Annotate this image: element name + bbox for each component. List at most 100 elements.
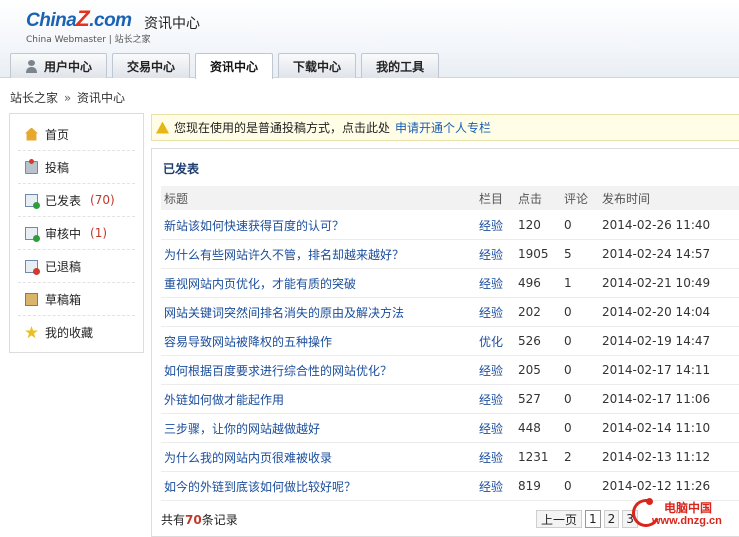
sidebar-item-favorites[interactable]: 我的收藏 [18,316,135,349]
row-clicks: 1231 [518,450,549,464]
row-title-cell: 三步骤，让你的网站越做越好 [161,420,479,437]
article-title-link[interactable]: 外链如何做才能起作用 [164,393,284,407]
page-2-button[interactable]: 2 [603,510,620,528]
table-row: 容易导致网站被降权的五种操作 优化 526 0 2014-02-19 14:47 [161,327,739,356]
row-title-cell: 如今的外链到底该如何做比较好呢？ [161,478,479,495]
category-link[interactable]: 经验 [479,277,503,291]
article-table: 新站该如何快速获得百度的认可？ 经验 120 0 2014-02-26 11:40 为什么… [161,211,739,501]
column-header-title: 标题 [164,191,189,206]
sidebar-item-returned[interactable]: 已退稿 [18,250,135,283]
row-title-cell: 外链如何做才能起作用 [161,391,479,408]
article-title-link[interactable]: 重视网站内页优化，才能有质的突破 [164,277,356,291]
breadcrumb-home[interactable]: 站长之家 [10,91,58,105]
row-clicks: 819 [518,479,541,493]
notice-text: 您现在使用的是普通投稿方式，点击此处 [174,121,391,135]
published-panel: 已发表 标题 栏目 点击 评论 发布时间 新站该如何快速获得百度的认可？ 经验 12… [151,148,739,537]
pagination: 上一页 1 2 3 [536,510,638,528]
sidebar-item-reviewing[interactable]: 审核中 (1) [18,217,135,250]
row-time: 2014-02-19 14:47 [602,334,711,348]
row-title-cell: 容易导致网站被降权的五种操作 [161,333,479,350]
table-row: 三步骤，让你的网站越做越好 经验 448 0 2014-02-14 11:10 [161,414,739,443]
article-title-link[interactable]: 为什么我的网站内页很难被收录 [164,451,332,465]
article-title-link[interactable]: 容易导致网站被降权的五种操作 [164,335,332,349]
row-category-cell: 经验 [479,478,518,495]
row-title-cell: 为什么有些网站许久不管，排名却越来越好？ [161,246,479,263]
row-comments: 0 [564,421,572,435]
site-logo[interactable]: ChinaZ.com China Webmaster | 站长之家 [26,8,151,46]
row-comments: 0 [564,218,572,232]
page-1-button[interactable]: 1 [585,510,601,528]
apply-column-link[interactable]: 申请开通个人专栏 [395,119,491,136]
article-title-link[interactable]: 为什么有些网站许久不管，排名却越来越好？ [164,248,404,262]
tab-download-center[interactable]: 下载中心 [278,53,357,78]
sidebar-item-drafts[interactable]: 草稿箱 [18,283,135,316]
row-comments: 0 [564,334,572,348]
draft-icon [25,292,38,306]
sidebar-item-home[interactable]: 首页 [18,118,135,151]
row-category-cell: 经验 [479,449,518,466]
category-link[interactable]: 经验 [479,248,503,262]
row-comments: 0 [564,479,572,493]
category-link[interactable]: 经验 [479,219,503,233]
column-header-comments: 评论 [564,191,589,206]
reviewing-icon [25,226,40,242]
category-link[interactable]: 经验 [479,364,503,378]
tab-trade-center[interactable]: 交易中心 [112,53,191,78]
row-category-cell: 经验 [479,420,518,437]
row-time: 2014-02-13 11:12 [602,450,711,464]
row-category-cell: 经验 [479,391,518,408]
category-link[interactable]: 经验 [479,480,503,494]
row-clicks: 202 [518,305,541,319]
sidebar-item-published[interactable]: 已发表 (70) [18,184,135,217]
breadcrumb-current[interactable]: 资讯中心 [77,91,125,105]
article-title-link[interactable]: 网站关键词突然间排名消失的原由及解决方法 [164,306,404,320]
article-title-link[interactable]: 如今的外链到底该如何做比较好呢？ [164,480,356,494]
category-link[interactable]: 经验 [479,393,503,407]
table-row: 为什么有些网站许久不管，排名却越来越好？ 经验 1905 5 2014-02-24 14… [161,240,739,269]
sidebar-item-label: 已发表 [45,193,82,208]
sidebar-item-label: 已退稿 [45,259,82,274]
star-icon [25,326,38,339]
row-clicks: 120 [518,218,541,232]
breadcrumb-separator: » [63,91,72,105]
row-category-cell: 经验 [479,362,518,379]
tab-news-center[interactable]: 资讯中心 [195,53,274,79]
tab-user-center[interactable]: 用户中心 [10,53,108,78]
tab-my-tools[interactable]: 我的工具 [361,53,440,78]
user-icon [25,59,38,73]
category-link[interactable]: 经验 [479,422,503,436]
row-title-cell: 新站该如何快速获得百度的认可？ [161,217,479,234]
category-link[interactable]: 经验 [479,451,503,465]
main-nav: 用户中心 交易中心 资讯中心 下载中心 我的工具 [10,53,440,79]
row-category-cell: 经验 [479,246,518,263]
category-link[interactable]: 经验 [479,306,503,320]
table-row: 重视网站内页优化，才能有质的突破 经验 496 1 2014-02-21 10:49 [161,269,739,298]
row-comments: 5 [564,247,572,261]
record-count: 70 [185,512,202,527]
article-title-link[interactable]: 新站该如何快速获得百度的认可？ [164,219,344,233]
row-clicks: 496 [518,276,541,290]
published-count: (70) [90,193,115,207]
table-header: 标题 栏目 点击 评论 发布时间 [161,186,739,210]
record-total: 共有70条记录 [161,512,238,527]
sidebar: 首页 投稿 已发表 (70) 审核中 (1) 已退稿 草稿箱 我的收藏 [9,113,144,353]
article-title-link[interactable]: 三步骤，让你的网站越做越好 [164,422,320,436]
prev-page-button[interactable]: 上一页 [536,510,583,528]
breadcrumb: 站长之家 » 资讯中心 [10,89,125,106]
home-icon [25,127,38,141]
row-time: 2014-02-17 11:06 [602,392,711,406]
row-title-cell: 网站关键词突然间排名消失的原由及解决方法 [161,304,479,321]
row-clicks: 527 [518,392,541,406]
sidebar-item-submit[interactable]: 投稿 [18,151,135,184]
table-row: 如何根据百度要求进行综合性的网站优化？ 经验 205 0 2014-02-17 14:1… [161,356,739,385]
row-time: 2014-02-12 11:26 [602,479,711,493]
site-title: 资讯中心 [144,16,200,32]
row-category-cell: 经验 [479,304,518,321]
row-clicks: 205 [518,363,541,377]
row-category-cell: 经验 [479,217,518,234]
row-time: 2014-02-24 14:57 [602,247,711,261]
category-link[interactable]: 优化 [479,335,503,349]
sidebar-item-label: 审核中 [45,226,82,241]
row-time: 2014-02-26 11:40 [602,218,711,232]
article-title-link[interactable]: 如何根据百度要求进行综合性的网站优化？ [164,364,392,378]
